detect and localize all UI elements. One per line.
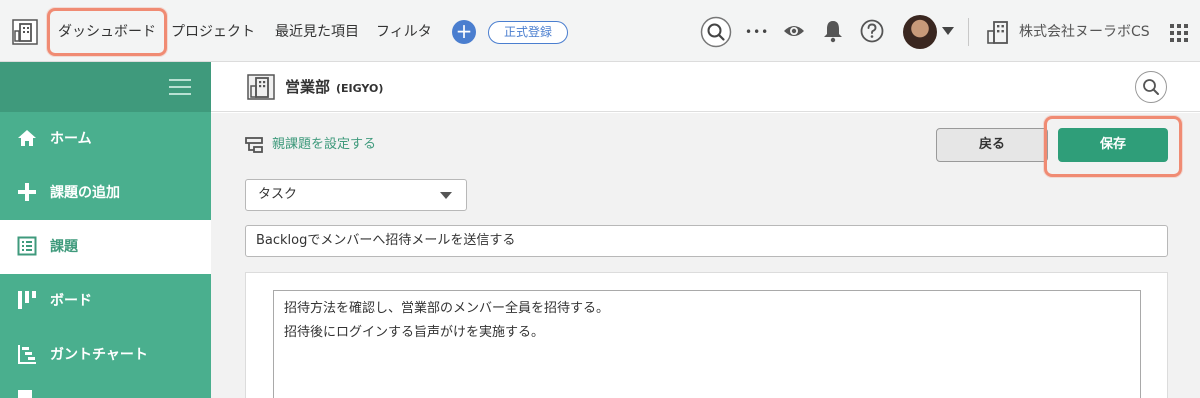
home-icon [18, 130, 36, 146]
watch-icon[interactable] [783, 22, 805, 40]
subject-input[interactable]: Backlogでメンバーへ招待メールを送信する [245, 225, 1168, 257]
apps-grid-icon[interactable] [1170, 24, 1188, 42]
save-button[interactable]: 保存 [1058, 128, 1168, 162]
description-textarea[interactable]: 招待方法を確認し、営業部のメンバー全員を招待する。 招待後にログインする旨声がけ… [273, 290, 1141, 398]
chevron-down-icon [440, 192, 452, 199]
organization-name[interactable]: 株式会社ヌーラボCS [1019, 22, 1150, 42]
issue-type-value: タスク [258, 187, 298, 202]
add-button[interactable]: + [452, 20, 476, 44]
sidebar-item-board[interactable]: ボード [0, 274, 211, 328]
divider [968, 18, 969, 46]
building-icon [987, 21, 1008, 44]
sidebar-item-label: ホーム [50, 131, 92, 147]
plus-icon [18, 183, 36, 201]
description-panel: 招待方法を確認し、営業部のメンバー全員を招待する。 招待後にログインする旨声がけ… [245, 272, 1168, 398]
issue-type-select[interactable]: タスク [245, 179, 467, 211]
description-line: 招待方法を確認し、営業部のメンバー全員を招待する。 [284, 301, 610, 316]
space-icon[interactable] [12, 19, 38, 45]
board-icon [18, 291, 36, 309]
nav-projects[interactable]: プロジェクト [171, 22, 255, 42]
search-icon[interactable] [700, 16, 732, 48]
sidebar-item-label: 課題の追加 [50, 185, 120, 201]
project-title[interactable]: 営業部 (EIGYO) [285, 77, 383, 99]
avatar[interactable] [903, 15, 937, 49]
chevron-down-icon[interactable] [942, 27, 954, 35]
top-bar: ダッシュボード プロジェクト 最近見た項目 フィルタ + 正式登録 ••• 株式… [0, 0, 1200, 62]
description-line: 招待後にログインする旨声がけを実施する。 [284, 325, 545, 340]
sidebar-item-label: ガントチャート [50, 347, 148, 363]
menu-icon[interactable] [169, 79, 191, 95]
sidebar-item-add-issue[interactable]: 課題の追加 [0, 166, 211, 220]
issue-list-icon [17, 236, 37, 256]
project-name: 営業部 [285, 78, 331, 96]
more-icon[interactable]: ••• [745, 22, 769, 42]
sidebar-item-more[interactable] [0, 382, 211, 398]
nav-recent-items[interactable]: 最近見た項目 [275, 22, 359, 42]
search-icon [1143, 79, 1159, 95]
sidebar-item-gantt[interactable]: ガントチャート [0, 328, 211, 382]
nav-dashboard[interactable]: ダッシュボード [58, 22, 156, 42]
project-icon [247, 74, 275, 100]
sidebar-item-label: ボード [50, 293, 92, 309]
sidebar: ホーム 課題の追加 課題 ボード ガントチャート [0, 62, 211, 398]
back-button[interactable]: 戻る [936, 128, 1048, 162]
nav-filter[interactable]: フィルタ [376, 22, 432, 42]
document-icon [18, 390, 32, 398]
project-header: 営業部 (EIGYO) [211, 62, 1200, 112]
gantt-icon [18, 345, 36, 364]
help-icon[interactable] [860, 19, 884, 43]
bell-icon[interactable] [823, 19, 843, 43]
project-key: (EIGYO) [336, 82, 384, 95]
sidebar-item-home[interactable]: ホーム [0, 112, 211, 166]
project-search-button[interactable] [1135, 71, 1167, 103]
issue-edit-form: 親課題を設定する 戻る 保存 タスク Backlogでメンバーへ招待メールを送信… [211, 113, 1200, 398]
sidebar-item-issues[interactable]: 課題 [0, 220, 211, 274]
sidebar-item-label: 課題 [50, 239, 78, 255]
register-button[interactable]: 正式登録 [488, 21, 568, 44]
set-parent-issue-label: 親課題を設定する [272, 137, 377, 152]
sidebar-header [0, 62, 211, 112]
parent-issue-icon [245, 137, 263, 153]
